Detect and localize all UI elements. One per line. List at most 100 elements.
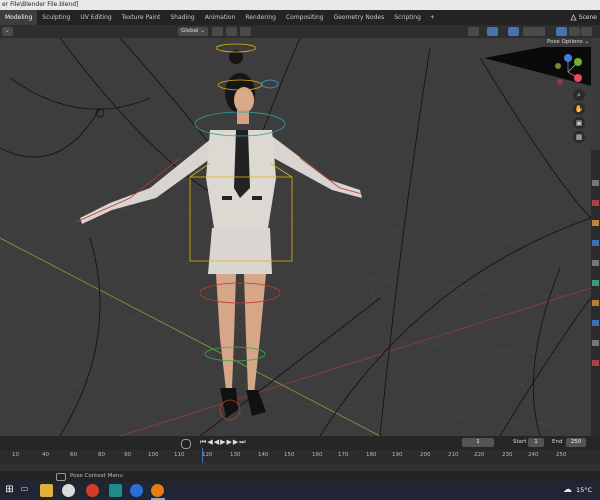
tick-label: 110 [174, 452, 185, 458]
window-title-bar: er File\Blender File.blend] [0, 0, 600, 10]
mouse-icon [56, 473, 66, 481]
tab-modeling[interactable]: Modeling [0, 10, 38, 25]
end-frame-field[interactable]: 250 [566, 438, 586, 447]
playback-controls[interactable]: ⏮◀◀▶▶▶⏭ [200, 438, 247, 447]
record-icon[interactable] [181, 439, 191, 449]
light-curves [0, 38, 591, 436]
world-tab[interactable] [592, 260, 599, 266]
snap-icon[interactable] [226, 27, 237, 36]
pivot-point-icon[interactable] [212, 27, 223, 36]
orientation-label: Global [181, 28, 199, 34]
shading-options-icon[interactable] [581, 27, 592, 36]
floor-grid [0, 157, 591, 436]
next-keyframe-icon[interactable]: ▶▶ [226, 438, 239, 446]
blender-icon[interactable] [151, 484, 164, 497]
tick-label: 220 [474, 452, 485, 458]
tick-label: 90 [124, 452, 131, 458]
cortana-icon[interactable] [130, 484, 143, 497]
object-tab[interactable] [592, 280, 599, 286]
character-model[interactable] [80, 50, 362, 418]
windows-icon[interactable]: ⊞ [3, 484, 16, 497]
tick-label: 120 [202, 452, 213, 458]
scene-selector[interactable]: Scene [579, 10, 597, 25]
proportional-edit-icon[interactable] [240, 27, 251, 36]
tick-label: 40 [42, 452, 49, 458]
tick-label: 140 [258, 452, 269, 458]
shading-rendered-icon[interactable] [569, 27, 580, 36]
camera-view-button[interactable]: ▣ [573, 117, 585, 129]
tab-compositing[interactable]: Compositing [281, 10, 329, 25]
shading-material-icon[interactable] [556, 27, 567, 36]
tab-animation[interactable]: Animation [200, 10, 241, 25]
tab-geometry-nodes[interactable]: Geometry Nodes [329, 10, 390, 25]
editor-type-menu[interactable]: ⌄ [2, 27, 13, 36]
output-tab[interactable] [592, 220, 599, 226]
chrome-icon[interactable] [62, 484, 75, 497]
tick-label: 170 [338, 452, 349, 458]
transform-orientation-select[interactable]: Global ⌄ [178, 27, 208, 36]
perspective-toggle-button[interactable]: ▦ [573, 131, 585, 143]
search-icon: ⌕ [577, 91, 581, 99]
data-tab[interactable] [592, 360, 599, 366]
current-frame-field[interactable]: 1 [462, 438, 494, 447]
file-explorer-icon[interactable] [40, 484, 53, 497]
tick-label: 190 [392, 452, 403, 458]
start-frame-field[interactable]: 1 [528, 438, 544, 447]
timeline-track-area[interactable] [0, 463, 600, 471]
physics-tab[interactable] [592, 320, 599, 326]
workspace-tabs: Modeling Sculpting UV Editing Texture Pa… [0, 10, 600, 25]
viewport-scene [0, 38, 591, 436]
tick-label: 200 [420, 452, 431, 458]
x-axis-line [119, 287, 591, 436]
shading-wireframe-icon[interactable] [534, 27, 545, 36]
end-label: End [552, 439, 563, 445]
tab-rendering[interactable]: Rendering [240, 10, 281, 25]
constraints-tab[interactable] [592, 340, 599, 346]
tick-label: 100 [148, 452, 159, 458]
tab-texture-paint[interactable]: Texture Paint [117, 10, 166, 25]
timeline-header [0, 436, 600, 450]
jump-end-icon[interactable]: ⏭ [239, 438, 246, 446]
modifier-tab[interactable] [592, 300, 599, 306]
tick-label: 80 [98, 452, 105, 458]
view-object-types-icon[interactable] [468, 27, 479, 36]
tick-label: 130 [230, 452, 241, 458]
xray-toggle-icon[interactable] [523, 27, 534, 36]
tab-uv-editing[interactable]: UV Editing [75, 10, 116, 25]
tick-label: 180 [366, 452, 377, 458]
scene-tab[interactable] [592, 240, 599, 246]
scene-icon [570, 14, 577, 21]
tick-label: 60 [70, 452, 77, 458]
zoom-button[interactable]: ⌕ [573, 89, 585, 101]
3d-viewport[interactable] [0, 38, 591, 436]
opera-icon[interactable] [86, 484, 99, 497]
weather-temperature[interactable]: 15°C [576, 481, 592, 500]
app-icon[interactable] [109, 484, 122, 497]
pose-options-label: Pose Options [547, 39, 583, 45]
tick-label: 150 [284, 452, 295, 458]
tick-label: 10 [12, 452, 19, 458]
window-title: er File\Blender File.blend] [2, 1, 79, 8]
task-view-icon[interactable]: ▭ [18, 484, 31, 497]
pan-button[interactable]: ✋ [573, 103, 585, 115]
prev-keyframe-icon[interactable]: ◀◀ [207, 438, 220, 446]
tick-label: 160 [312, 452, 323, 458]
navigation-gizmo[interactable] [548, 52, 588, 92]
properties-tab-strip [591, 150, 600, 436]
tick-label: 230 [502, 452, 513, 458]
add-workspace-button[interactable]: + [426, 10, 439, 25]
tab-shading[interactable]: Shading [165, 10, 199, 25]
tick-label: 240 [528, 452, 539, 458]
camera-icon: ▣ [575, 119, 583, 127]
show-overlays-icon[interactable] [508, 27, 519, 36]
tab-sculpting[interactable]: Sculpting [37, 10, 75, 25]
tool-tab[interactable] [592, 180, 599, 186]
tick-label: 250 [556, 452, 567, 458]
tab-scripting[interactable]: Scripting [389, 10, 426, 25]
weather-icon: ☁ [563, 485, 572, 495]
grid-icon: ▦ [575, 133, 583, 141]
show-gizmo-icon[interactable] [487, 27, 498, 36]
pose-options-menu[interactable]: Pose Options ⌄ [544, 38, 593, 47]
render-tab[interactable] [592, 200, 599, 206]
hand-icon: ✋ [574, 105, 584, 113]
